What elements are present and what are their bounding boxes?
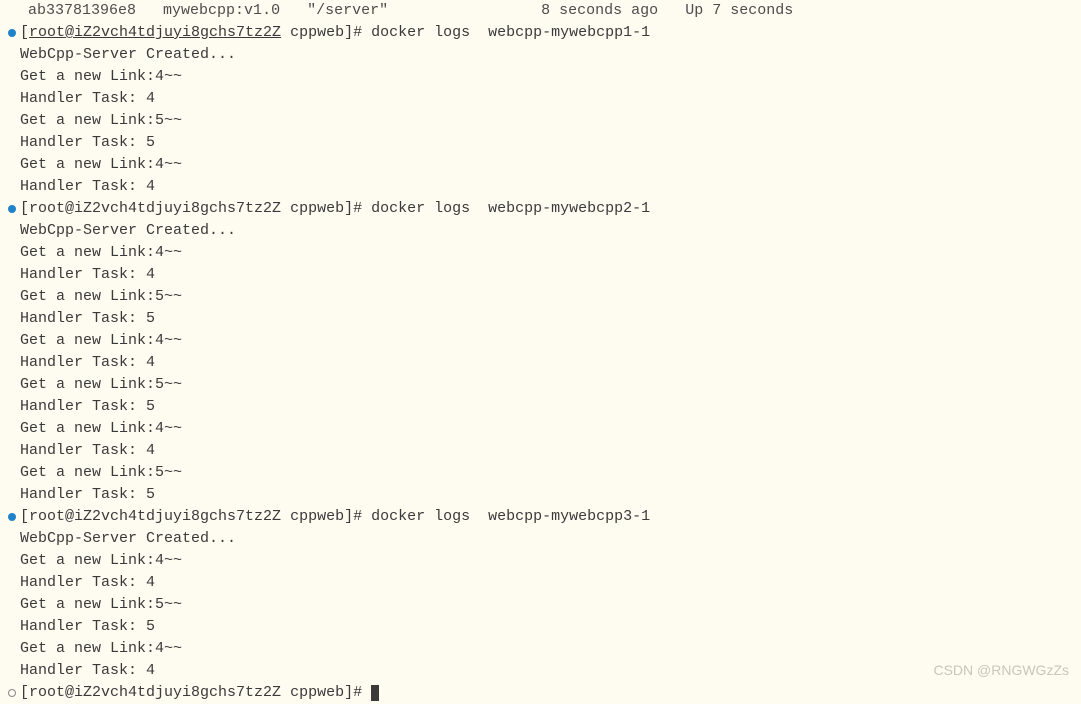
bullet-icon [8,513,16,521]
output-line: Get a new Link:4~~ [8,550,1081,572]
output-line: Get a new Link:4~~ [8,154,1081,176]
output-text: Get a new Link:4~~ [20,550,182,572]
output-text: Handler Task: 4 [20,440,155,462]
terminal-output[interactable]: ab33781396e8 mywebcpp:v1.0 "/server" 8 s… [0,0,1081,704]
output-line: Handler Task: 4 [8,88,1081,110]
watermark-text: CSDN @RNGWGzZs [933,659,1069,681]
output-line: Handler Task: 4 [8,440,1081,462]
bullet-empty-icon [8,689,16,697]
output-text: Get a new Link:4~~ [20,418,182,440]
output-text: Get a new Link:5~~ [20,374,182,396]
output-line: WebCpp-Server Created... [8,220,1081,242]
bullet-icon [8,29,16,37]
output-text: Get a new Link:4~~ [20,638,182,660]
prompt-line[interactable]: [root@iZ2vch4tdjuyi8gchs7tz2Z cppweb]# d… [8,198,1081,220]
output-line: Handler Task: 5 [8,132,1081,154]
container-id: ab33781396e8 [28,0,136,22]
output-line: Get a new Link:5~~ [8,594,1081,616]
output-text: Handler Task: 4 [20,176,155,198]
output-text: Get a new Link:5~~ [20,110,182,132]
bullet-icon [8,205,16,213]
command-text: docker logs webcpp-mywebcpp3-1 [371,508,650,525]
docker-ps-row: ab33781396e8 mywebcpp:v1.0 "/server" 8 s… [8,0,1081,22]
output-text: Get a new Link:5~~ [20,462,182,484]
output-text: Handler Task: 5 [20,132,155,154]
output-text: Handler Task: 5 [20,308,155,330]
user-host: root@iZ2vch4tdjuyi8gchs7tz2Z [29,24,281,41]
output-text: Handler Task: 5 [20,396,155,418]
output-text: Handler Task: 4 [20,660,155,682]
output-text: Get a new Link:4~~ [20,154,182,176]
output-text: Handler Task: 4 [20,352,155,374]
output-text: Get a new Link:4~~ [20,242,182,264]
output-text: Get a new Link:4~~ [20,330,182,352]
output-line: Get a new Link:4~~ [8,330,1081,352]
status-col: Up 7 seconds [685,0,793,22]
output-line: Get a new Link:5~~ [8,462,1081,484]
prompt-text: [root@iZ2vch4tdjuyi8gchs7tz2Z cppweb]# d… [20,198,650,220]
output-line: Get a new Link:4~~ [8,66,1081,88]
output-line: WebCpp-Server Created... [8,44,1081,66]
output-text: Handler Task: 5 [20,616,155,638]
user-host: root@iZ2vch4tdjuyi8gchs7tz2Z [29,200,281,217]
output-text: Handler Task: 4 [20,572,155,594]
command-text: docker logs webcpp-mywebcpp2-1 [371,200,650,217]
user-host: root@iZ2vch4tdjuyi8gchs7tz2Z [29,508,281,525]
image-name: mywebcpp:v1.0 [163,0,280,22]
output-line: Get a new Link:4~~ [8,418,1081,440]
output-text: Handler Task: 4 [20,88,155,110]
output-line: Handler Task: 5 [8,308,1081,330]
output-text: Get a new Link:4~~ [20,66,182,88]
output-line: Handler Task: 4 [8,264,1081,286]
output-line: Handler Task: 5 [8,616,1081,638]
output-line: Get a new Link:4~~ [8,242,1081,264]
output-line: Handler Task: 4 [8,352,1081,374]
prompt-line[interactable]: [root@iZ2vch4tdjuyi8gchs7tz2Z cppweb]# d… [8,506,1081,528]
output-line: WebCpp-Server Created... [8,528,1081,550]
output-line: Handler Task: 4 [8,660,1081,682]
output-text: Get a new Link:5~~ [20,286,182,308]
prompt-text: [root@iZ2vch4tdjuyi8gchs7tz2Z cppweb]# [20,682,371,704]
prompt-text: [root@iZ2vch4tdjuyi8gchs7tz2Z cppweb]# d… [20,22,650,44]
prompt-line-final[interactable]: [root@iZ2vch4tdjuyi8gchs7tz2Z cppweb]# [8,682,1081,704]
command-col: "/server" [307,0,388,22]
output-line: Get a new Link:4~~ [8,638,1081,660]
command-text: docker logs webcpp-mywebcpp1-1 [371,24,650,41]
output-text: WebCpp-Server Created... [20,528,236,550]
prompt-text: [root@iZ2vch4tdjuyi8gchs7tz2Z cppweb]# d… [20,506,650,528]
output-text: Handler Task: 4 [20,264,155,286]
output-line: Get a new Link:5~~ [8,286,1081,308]
output-text: Get a new Link:5~~ [20,594,182,616]
output-line: Handler Task: 5 [8,484,1081,506]
prompt-line[interactable]: [root@iZ2vch4tdjuyi8gchs7tz2Z cppweb]# d… [8,22,1081,44]
output-line: Handler Task: 4 [8,572,1081,594]
created-col: 8 seconds ago [541,0,658,22]
output-line: Get a new Link:5~~ [8,374,1081,396]
output-text: WebCpp-Server Created... [20,44,236,66]
output-line: Handler Task: 4 [8,176,1081,198]
output-text: WebCpp-Server Created... [20,220,236,242]
output-text: Handler Task: 5 [20,484,155,506]
cursor-icon [371,685,379,701]
output-line: Handler Task: 5 [8,396,1081,418]
output-line: Get a new Link:5~~ [8,110,1081,132]
